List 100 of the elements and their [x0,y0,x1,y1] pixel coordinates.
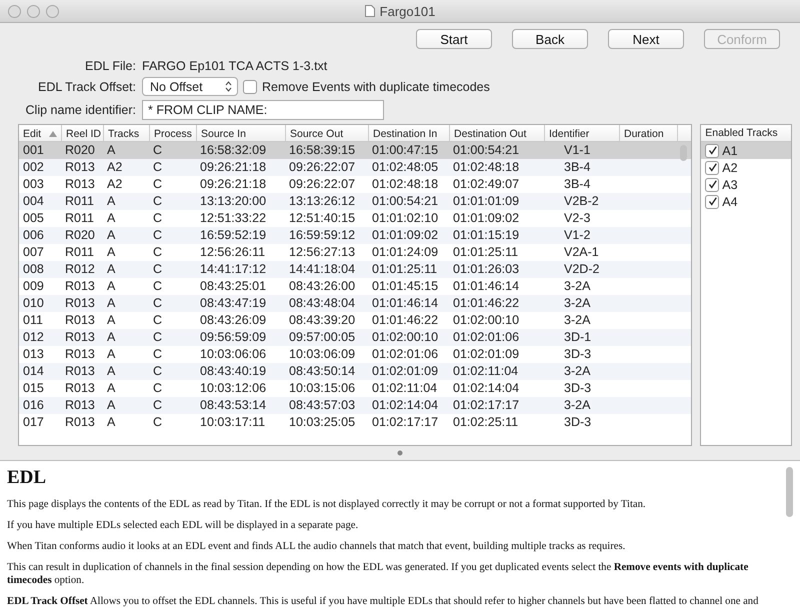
table-row[interactable]: 012 R013 A C 09:56:59:09 09:57:00:05 01:02:00:10 01:02:01:06 3D-1 [19,329,692,346]
column-header[interactable]: Destination Out [449,125,544,141]
table-cell-text: 01:01:24:09 [371,244,440,261]
table-cell-text: 01:01:45:15 [371,278,440,295]
table-cell-text: 002 [22,159,45,176]
table-cell-text: 12:56:26:11 [199,244,266,261]
toolbar-button[interactable]: Back [512,29,588,49]
column-header[interactable]: Source In [196,125,285,141]
table-cell-text: 01:02:48:18 [452,159,520,176]
document-icon [364,5,375,17]
table-cell-text: 08:43:25:01 [199,278,268,295]
table-row[interactable]: 008 R012 A C 14:41:17:12 14:41:18:04 01:01:25:11 01:01:26:03 V2D-2 [19,261,692,278]
table-cell-text: 09:26:21:18 [199,176,268,193]
track-label: A3 [722,178,738,192]
column-header[interactable]: Process [149,125,196,141]
input-field[interactable]: * FROM CLIP NAME: [142,100,384,120]
column-header[interactable]: Edit [19,125,61,141]
table-row[interactable]: 001 R020 A C 16:58:32:09 16:58:39:15 01:00:47:15 01:00:54:21 V1-1 [19,142,692,159]
table-cell-text: 10:03:06:09 [288,346,356,363]
table-cell-text: 01:01:46:14 [452,278,520,295]
table-cell-text: R013 [64,176,96,193]
table-cell-text: 3B-4 [563,159,592,176]
table-cell-text: V1-1 [563,142,592,159]
table-cell-text: 003 [22,176,45,193]
table-cell-text: 01:02:01:09 [371,363,440,380]
checkbox[interactable] [705,194,720,208]
table-cell-text: R011 [64,210,95,227]
table-cell-text: 012 [22,329,45,346]
table-cell-text: 01:01:46:14 [371,295,440,312]
table-cell-text: 08:43:26:00 [288,278,356,295]
track-item[interactable]: A1 [701,142,791,159]
table-cell-text: 09:26:21:18 [199,159,268,176]
table-row[interactable]: 010 R013 A C 08:43:47:19 08:43:48:04 01:01:46:14 01:01:46:22 3-2A [19,295,692,312]
field-label: Clip name identifier: [24,103,136,117]
window-control-icon[interactable] [46,5,59,18]
table-cell-text: 08:43:50:14 [288,363,356,380]
table-cell-text: C [152,346,164,363]
column-header[interactable]: Tracks [103,125,149,141]
table-cell-text: R013 [64,397,96,414]
column-header[interactable]: Identifier [544,125,619,141]
table-cell-text: C [152,261,164,278]
table-cell-text: 01:00:54:21 [452,142,520,159]
help-paragraph: If you have multiple EDLs selected each EDL will be displayed in a separate page. [7,519,360,532]
table-cell-text: 01:00:47:15 [371,142,440,159]
table-cell-text: V2A-1 [563,244,600,261]
table-cell-text: 01:02:17:17 [452,397,520,414]
column-header[interactable]: Reel ID [61,125,103,141]
table-cell-text: 01:00:54:21 [371,193,440,210]
table-cell-text: A [106,397,116,414]
table-cell-text: 01:02:00:10 [371,329,440,346]
table-row[interactable]: 002 R013 A2 C 09:26:21:18 09:26:22:07 01:02:48:05 01:02:48:18 3B-4 [19,159,692,176]
table-cell-text: 013 [22,346,45,363]
table-cell-text: 3-2A [563,295,592,312]
table-cell-text: A [106,142,116,159]
table-cell-text: 01:02:25:11 [452,414,520,431]
table-row[interactable]: 004 R011 A C 13:13:20:00 13:13:26:12 01:00:54:21 01:01:01:09 V2B-2 [19,193,692,210]
table-cell-text: 3B-4 [563,176,592,193]
checkbox[interactable] [705,160,720,174]
table-cell-text: C [152,159,164,176]
table-cell-text: 08:43:26:09 [199,312,268,329]
table-cell-text: 13:13:26:12 [288,193,356,210]
toolbar-button[interactable]: Start [416,29,492,49]
table-cell-text: 09:26:22:07 [288,159,356,176]
table-cell-text: 16:58:32:09 [199,142,268,159]
column-header[interactable]: Duration [619,125,677,141]
table-row[interactable]: 006 R020 A C 16:59:52:19 16:59:59:12 01:01:09:02 01:01:15:19 V1-2 [19,227,692,244]
checkbox[interactable] [243,80,257,94]
table-cell-text: A [106,210,116,227]
table-cell-text: 01:01:25:11 [452,244,520,261]
table-cell-text: 12:56:27:13 [288,244,356,261]
splitter-handle-icon[interactable] [397,450,403,456]
table-cell-text: A [106,227,116,244]
table-cell-text: 01:02:11:04 [452,363,520,380]
window-control-icon[interactable] [8,5,21,18]
table-cell-text: R013 [64,346,96,363]
column-header[interactable]: Destination In [368,125,449,141]
toolbar-button[interactable]: Next [608,29,684,49]
table-cell-text: A [106,414,116,431]
table-cell-text: 14:41:18:04 [288,261,356,278]
scrollbar-thumb[interactable] [680,145,688,161]
table-cell-text: C [152,176,164,193]
table-cell-text: 01:02:00:10 [452,312,520,329]
table-row[interactable]: 014 R013 A C 08:43:40:19 08:43:50:14 01:02:01:09 01:02:11:04 3-2A [19,363,692,380]
table-row[interactable]: 016 R013 A C 08:43:53:14 08:43:57:03 01:02:14:04 01:02:17:17 3-2A [19,397,692,414]
window-control-icon[interactable] [27,5,40,18]
checkbox[interactable] [705,144,720,158]
help-paragraph: This page displays the contents of the EDL as read by Titan. If the EDL is not displayed correctly it may be corrupt or not a format supported by Titan. [7,498,647,511]
field-label: EDL Track Offset: [37,80,136,94]
table-cell-text: 014 [22,363,45,380]
track-label: A1 [722,144,738,158]
offset-select[interactable]: No Offset [142,77,238,96]
table-cell-text: R013 [64,363,96,380]
table-cell-text: 3-2A [563,397,592,414]
table-cell-text: A [106,261,116,278]
table-cell-text: 08:43:57:03 [288,397,356,414]
checkbox[interactable] [705,178,720,192]
table-cell-text: 01:02:48:05 [371,159,440,176]
column-header[interactable]: Source Out [285,125,368,141]
table-cell-text: 010 [22,295,45,312]
scrollbar-thumb[interactable] [786,467,793,517]
